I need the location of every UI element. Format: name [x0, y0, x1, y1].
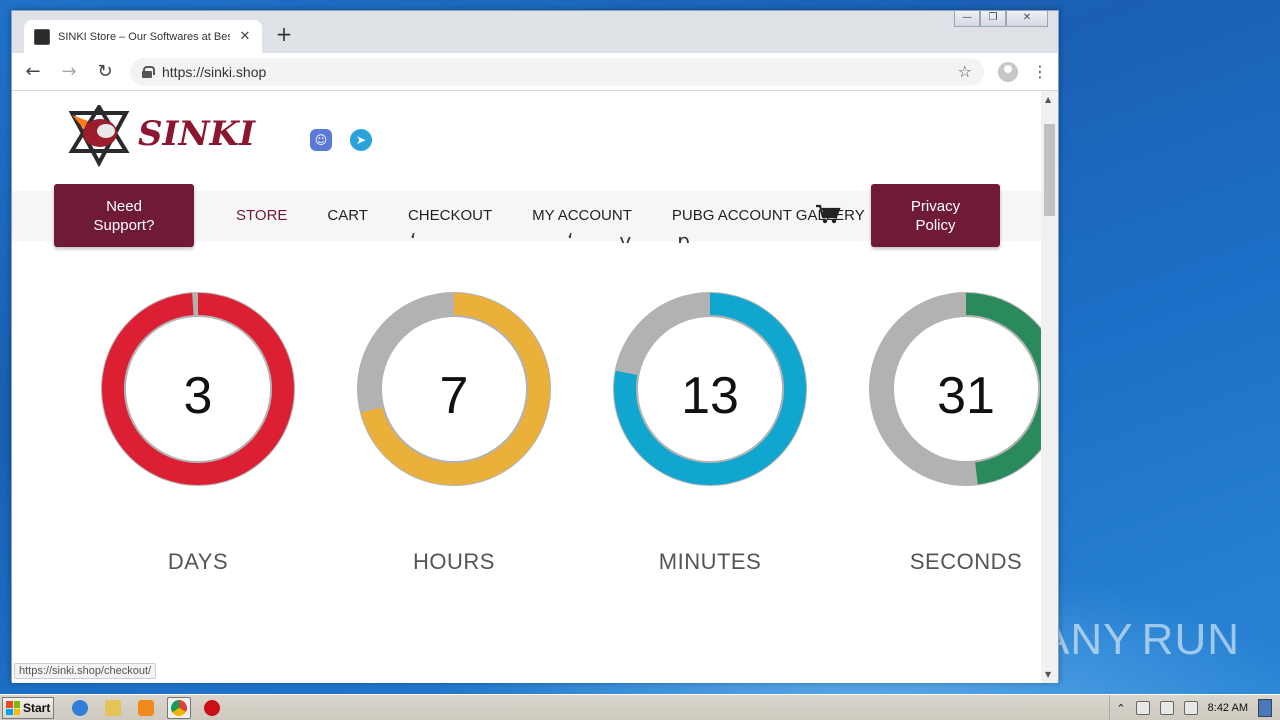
- nav-links: STORE CART CHECKOUT MY ACCOUNT PUBG ACCO…: [236, 207, 865, 224]
- lock-icon: [142, 65, 155, 78]
- tab-strip: SINKI Store – Our Softwares at Best ✕ + …: [12, 11, 1058, 53]
- browser-toolbar: ← → ↻ https://sinki.shop ☆ ⋮: [12, 53, 1058, 91]
- browser-window: SINKI Store – Our Softwares at Best ✕ + …: [11, 10, 1059, 683]
- page-scrollbar[interactable]: ▲ ▼: [1041, 91, 1058, 683]
- nav-my-account[interactable]: MY ACCOUNT: [532, 207, 632, 224]
- opera-icon[interactable]: [200, 697, 224, 719]
- browser-menu-icon[interactable]: ⋮: [1032, 62, 1048, 81]
- need-support-button[interactable]: Need Support?: [54, 184, 194, 247]
- window-close-button[interactable]: ✕: [1006, 11, 1048, 27]
- countdown-hours: 7 HOURS: [356, 291, 552, 575]
- countdown-label: MINUTES: [658, 549, 762, 574]
- countdown-seconds: 31 SECONDS: [868, 291, 1042, 575]
- site-favicon-icon: [34, 28, 50, 45]
- countdown-ring: 7: [356, 291, 552, 487]
- start-button[interactable]: Start: [2, 697, 54, 719]
- network-icon[interactable]: [1135, 701, 1150, 715]
- countdown-ring: 13: [612, 291, 808, 487]
- page-viewport: SINKI ☺ ➤ ‘,,‘yp Need Support? STORE CART…: [12, 91, 1042, 683]
- countdown-value: 3: [183, 367, 213, 425]
- sinki-logo[interactable]: SINKI: [58, 105, 278, 171]
- media-player-icon[interactable]: [134, 697, 158, 719]
- countdown-ring: 3: [100, 291, 296, 487]
- tab-title: SINKI Store – Our Softwares at Best: [58, 30, 230, 43]
- cart-icon[interactable]: [815, 203, 841, 225]
- explorer-folder-icon[interactable]: [101, 697, 125, 719]
- anyrun-watermark: ANY RUN: [1040, 615, 1240, 664]
- action-center-flag-icon[interactable]: [1183, 701, 1198, 715]
- logo-text: SINKI: [138, 114, 256, 154]
- obscured-heading: ‘,,‘yp: [410, 229, 736, 243]
- countdown-value: 7: [439, 367, 469, 425]
- taskbar: Start ⌃ 8:42 AM: [0, 694, 1280, 720]
- volume-icon[interactable]: [1159, 701, 1174, 715]
- clock[interactable]: 8:42 AM: [1208, 702, 1248, 714]
- telegram-icon[interactable]: ➤: [350, 129, 372, 151]
- browser-tab[interactable]: SINKI Store – Our Softwares at Best ✕: [24, 20, 262, 53]
- address-bar[interactable]: https://sinki.shop ☆: [130, 57, 984, 86]
- nav-store[interactable]: STORE: [236, 207, 287, 224]
- restore-button[interactable]: ❐: [980, 11, 1006, 27]
- nav-cart[interactable]: CART: [327, 207, 368, 224]
- window-controls: — ❐ ✕: [954, 11, 1048, 27]
- countdown-value: 31: [937, 367, 995, 425]
- privacy-policy-button[interactable]: Privacy Policy: [871, 184, 1000, 247]
- ie-icon[interactable]: [68, 697, 92, 719]
- profile-avatar-icon[interactable]: [998, 61, 1018, 82]
- countdown-days: 3 DAYS: [100, 291, 296, 575]
- countdown-ring: 31: [868, 291, 1042, 487]
- windows-logo-icon: [6, 701, 20, 715]
- scrollbar-thumb[interactable]: [1044, 124, 1055, 216]
- system-tray: ⌃ 8:42 AM: [1109, 695, 1280, 720]
- discord-icon[interactable]: ☺: [310, 129, 332, 151]
- show-desktop-button[interactable]: [1258, 699, 1272, 717]
- reload-icon[interactable]: ↻: [94, 61, 116, 82]
- social-links: ☺ ➤: [310, 129, 372, 151]
- countdown-label: HOURS: [413, 549, 495, 574]
- chrome-icon[interactable]: [167, 697, 191, 719]
- scroll-down-icon[interactable]: ▼: [1045, 670, 1051, 679]
- url-text[interactable]: https://sinki.shop: [162, 64, 948, 80]
- status-url-bubble: https://sinki.shop/checkout/: [14, 663, 157, 679]
- nav-checkout[interactable]: CHECKOUT: [408, 207, 492, 224]
- minimize-button[interactable]: —: [954, 11, 980, 27]
- new-tab-button[interactable]: +: [274, 24, 294, 45]
- scroll-up-icon[interactable]: ▲: [1045, 95, 1051, 104]
- forward-arrow-icon[interactable]: →: [58, 61, 80, 82]
- tab-close-icon[interactable]: ✕: [238, 29, 252, 44]
- back-arrow-icon[interactable]: ←: [22, 61, 44, 82]
- taskbar-apps: [68, 697, 224, 719]
- tray-expand-icon[interactable]: ⌃: [1116, 702, 1125, 715]
- countdown-label: DAYS: [167, 549, 229, 574]
- countdown-minutes: 13 MINUTES: [612, 291, 808, 575]
- countdown-value: 13: [681, 367, 739, 425]
- countdown-label: SECONDS: [909, 549, 1023, 574]
- bookmark-star-icon[interactable]: ☆: [958, 62, 972, 81]
